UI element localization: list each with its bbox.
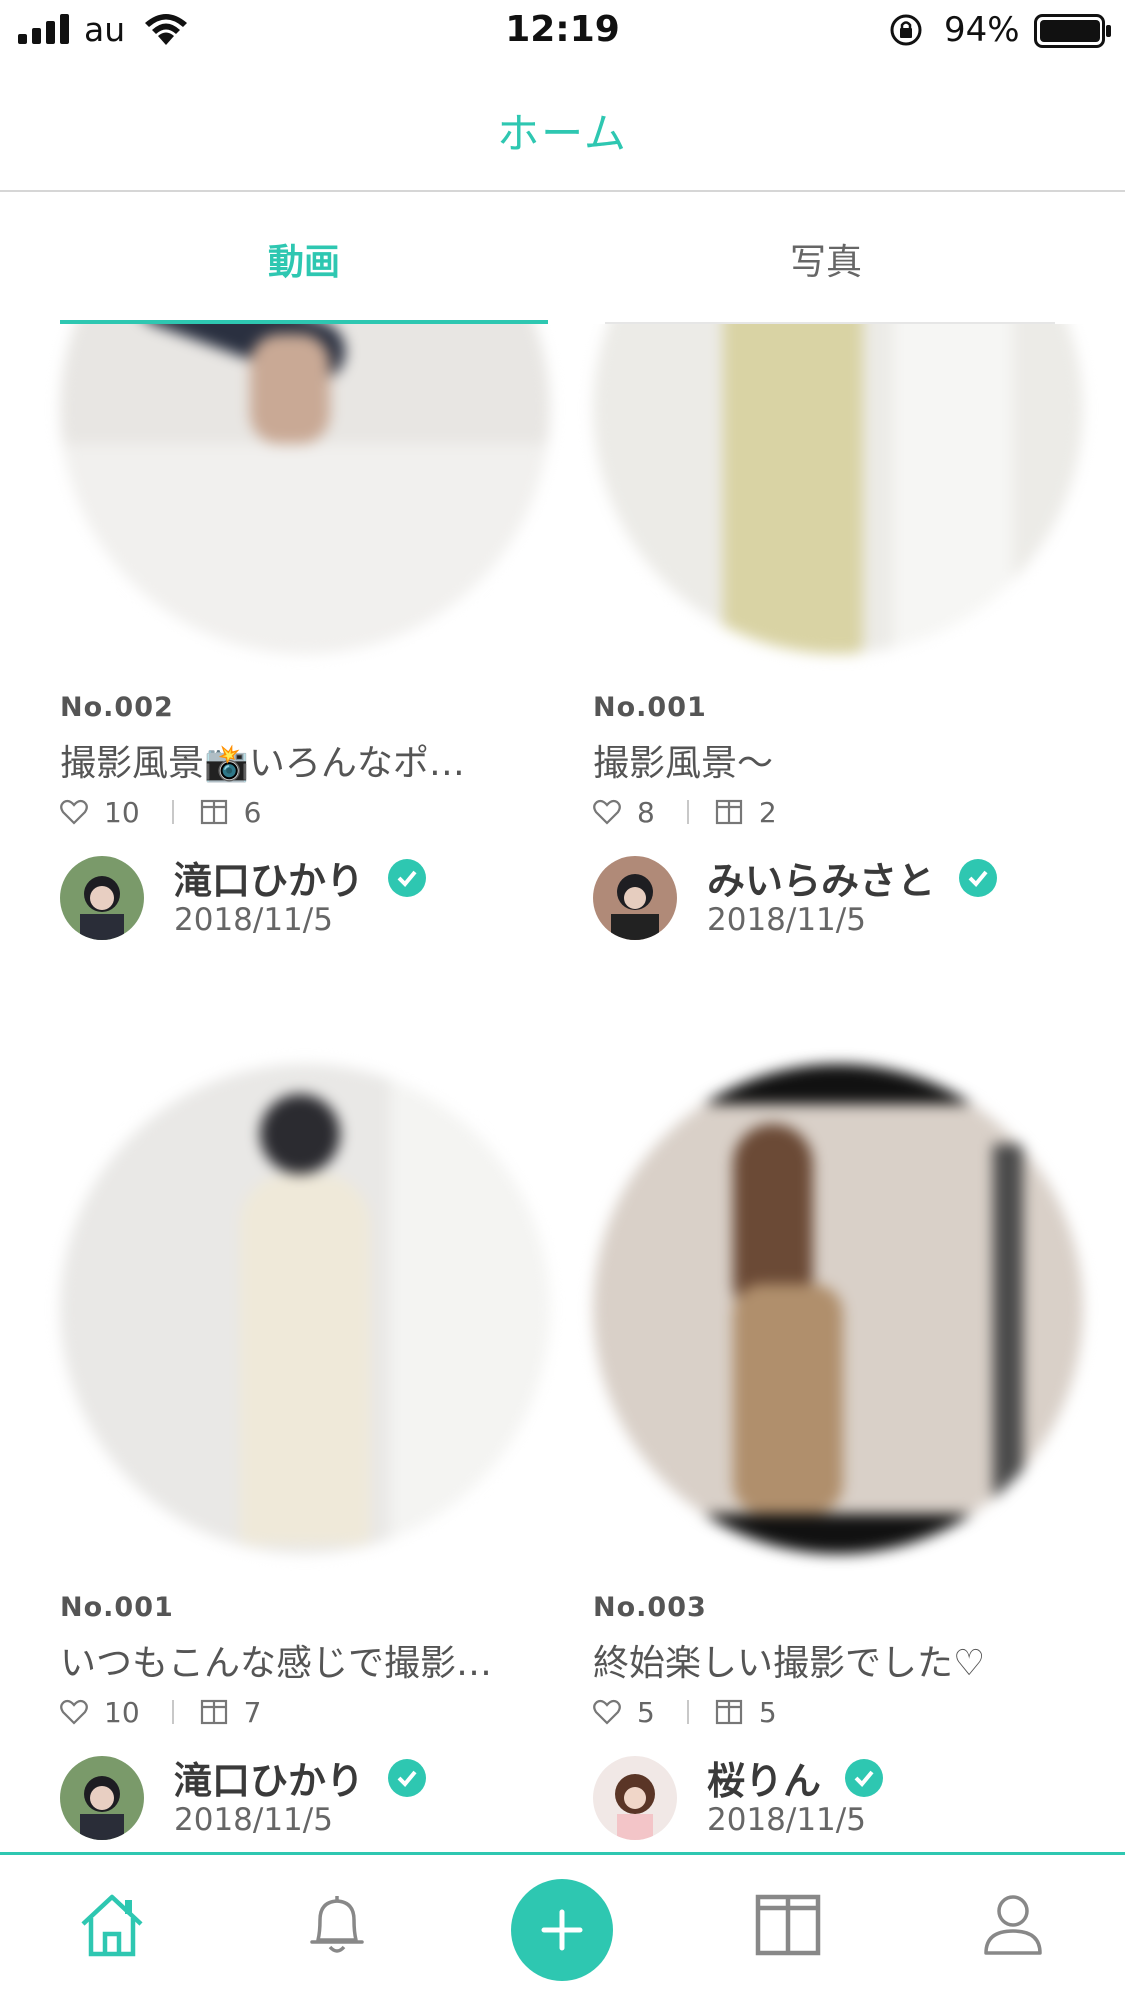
- like-count: 8: [637, 795, 655, 829]
- nav-profile[interactable]: [973, 1885, 1053, 1965]
- author-name-text: 滝口ひかり: [174, 859, 365, 903]
- post-card[interactable]: No.001 撮影風景〜 8 2 みいらみさと 2018/11/5: [593, 324, 1093, 944]
- home-icon: [81, 1894, 143, 1957]
- heart-icon: [593, 799, 621, 825]
- author-name-text: みいらみさと: [707, 859, 936, 903]
- book-icon: [200, 799, 227, 825]
- verified-icon: [388, 1758, 427, 1797]
- nav-notifications[interactable]: [297, 1885, 377, 1965]
- post-feed[interactable]: No.002 撮影風景📸いろんなポ… 10 6 滝口ひかり 2018/11/5 …: [0, 324, 1125, 1854]
- post-thumbnail[interactable]: [593, 324, 1083, 654]
- post-thumbnail[interactable]: [60, 324, 550, 654]
- heart-icon: [60, 799, 88, 825]
- post-title: 終始楽しい撮影でした♡: [593, 1643, 986, 1684]
- post-stats: 8 2: [593, 792, 777, 832]
- post-number: No.002: [60, 692, 174, 723]
- author-name[interactable]: 桜りん: [707, 1750, 884, 1805]
- tab-bar: 動画 写真: [0, 194, 1125, 324]
- post-date: 2018/11/5: [707, 1802, 866, 1838]
- status-bar: au 12:19 94%: [0, 0, 1125, 62]
- post-card[interactable]: No.003 終始楽しい撮影でした♡ 5 5 桜りん 2018/11/5: [593, 1064, 1093, 1840]
- bell-icon: [310, 1896, 364, 1953]
- avatar[interactable]: [593, 1756, 677, 1840]
- item-count: 2: [758, 795, 777, 829]
- avatar[interactable]: [60, 856, 144, 940]
- book-icon: [715, 1699, 742, 1725]
- heart-icon: [60, 1699, 88, 1725]
- book-icon: [200, 1699, 227, 1725]
- author-name[interactable]: みいらみさと: [707, 850, 998, 905]
- post-card[interactable]: No.002 撮影風景📸いろんなポ… 10 6 滝口ひかり 2018/11/5: [60, 324, 560, 944]
- post-date: 2018/11/5: [174, 902, 333, 938]
- avatar[interactable]: [60, 1756, 144, 1840]
- post-date: 2018/11/5: [174, 1802, 333, 1838]
- author-name-text: 滝口ひかり: [174, 1759, 365, 1803]
- post-number: No.001: [593, 692, 707, 723]
- user-icon: [984, 1895, 1042, 1955]
- page-title: ホーム: [497, 109, 628, 158]
- author-name[interactable]: 滝口ひかり: [174, 1750, 427, 1805]
- like-count: 10: [104, 795, 140, 829]
- rotation-lock-icon: [890, 14, 922, 46]
- author-name-text: 桜りん: [707, 1759, 822, 1803]
- post-date: 2018/11/5: [707, 902, 866, 938]
- post-title: いつもこんな感じで撮影…: [60, 1643, 493, 1684]
- verified-icon: [959, 858, 998, 897]
- post-thumbnail[interactable]: [593, 1064, 1083, 1554]
- post-title: 撮影風景📸いろんなポ…: [60, 743, 465, 784]
- book-icon: [715, 799, 742, 825]
- post-card[interactable]: No.001 いつもこんな感じで撮影… 10 7 滝口ひかり 2018/11/5: [60, 1064, 560, 1840]
- nav-home[interactable]: [72, 1885, 152, 1965]
- post-title: 撮影風景〜: [593, 743, 774, 784]
- item-count: 5: [758, 1695, 777, 1729]
- book-icon: [755, 1894, 821, 1956]
- post-number: No.003: [593, 1592, 707, 1623]
- author-name[interactable]: 滝口ひかり: [174, 850, 427, 905]
- post-thumbnail[interactable]: [60, 1064, 550, 1554]
- header: ホーム: [0, 62, 1125, 192]
- like-count: 5: [637, 1695, 655, 1729]
- battery-icon: [1034, 14, 1111, 48]
- like-count: 10: [104, 1695, 140, 1729]
- bottom-nav: [0, 1852, 1125, 2001]
- verified-icon: [845, 1758, 884, 1797]
- tab-video[interactable]: 動画: [60, 194, 548, 324]
- item-count: 6: [243, 795, 262, 829]
- post-stats: 10 7: [60, 1692, 261, 1732]
- avatar[interactable]: [593, 856, 677, 940]
- plus-icon: [541, 1909, 583, 1951]
- post-number: No.001: [60, 1592, 174, 1623]
- add-post-button[interactable]: [511, 1879, 613, 1981]
- item-count: 7: [243, 1695, 262, 1729]
- verified-icon: [388, 858, 427, 897]
- post-stats: 5 5: [593, 1692, 777, 1732]
- post-stats: 10 6: [60, 792, 261, 832]
- nav-library[interactable]: [748, 1885, 828, 1965]
- heart-icon: [593, 1699, 621, 1725]
- tab-photo[interactable]: 写真: [582, 194, 1070, 324]
- battery-percent: 94%: [944, 10, 1020, 50]
